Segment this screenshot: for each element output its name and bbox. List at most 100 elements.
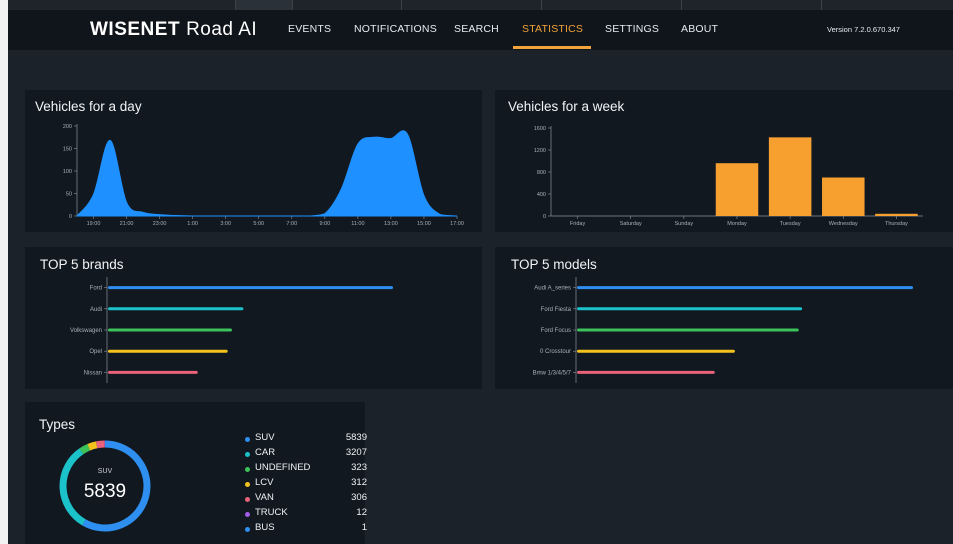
legend-label: VAN bbox=[255, 492, 274, 503]
legend-label: LCV bbox=[255, 477, 274, 488]
donut-slice bbox=[95, 440, 105, 449]
y-tick-label: Ford Focus bbox=[541, 328, 571, 334]
version-label: Version 7.2.0.670.347 bbox=[827, 25, 900, 34]
hbar bbox=[108, 349, 228, 353]
x-tick-label: 11:00 bbox=[351, 221, 364, 227]
donut-center-value: 5839 bbox=[84, 481, 126, 502]
top-tab-strip bbox=[8, 0, 953, 10]
top-strip-segment bbox=[821, 0, 953, 10]
legend-item: CAR 3207 bbox=[245, 447, 371, 462]
donut-slice bbox=[59, 448, 86, 526]
wisenet-logo[interactable]: WISENET Road AI bbox=[90, 19, 257, 41]
types-donut-chart: SUV 5839 bbox=[59, 440, 151, 532]
x-tick-label: Tuesday bbox=[780, 221, 801, 227]
nav-statistics[interactable]: STATISTICS bbox=[522, 23, 583, 35]
hbar bbox=[577, 349, 735, 353]
top-brands-chart: Ford Audi Volkswagen Opel Nissan bbox=[70, 277, 393, 383]
donut-slice bbox=[79, 444, 91, 455]
x-tick-label: 17:00 bbox=[450, 221, 464, 227]
top-navbar: WISENET Road AI EVENTS NOTIFICATIONS SEAR… bbox=[8, 10, 953, 50]
x-tick-label: 23:00 bbox=[153, 221, 167, 227]
top-strip-segment bbox=[292, 0, 401, 10]
y-tick-label: 50 bbox=[66, 192, 72, 198]
y-tick-label: 150 bbox=[63, 147, 72, 153]
types-panel: Types SUV 5839 SUV 5839 CAR 3207 UNDEFINED 323… bbox=[25, 402, 367, 544]
legend-label: SUV bbox=[255, 432, 275, 443]
y-tick-label: Volkswagen bbox=[70, 328, 102, 334]
top-brands-panel: TOP 5 brands Ford Audi Volkswagen Opel Nissa… bbox=[25, 247, 482, 389]
hbar bbox=[108, 328, 232, 332]
legend-value: 1 bbox=[361, 522, 367, 533]
y-tick-label: 1200 bbox=[534, 148, 546, 154]
x-tick-label: 9:00 bbox=[319, 221, 330, 227]
hbar bbox=[577, 307, 803, 311]
legend-label: BUS bbox=[255, 522, 275, 533]
vehicles-day-chart: 0 50 100 150 200 19:00 21:00 23:00 1:00 3:00 5:00 7… bbox=[63, 124, 464, 227]
legend-item: BUS 1 bbox=[245, 522, 371, 537]
top-strip-segment bbox=[401, 0, 541, 10]
legend-item: VAN 306 bbox=[245, 492, 371, 507]
legend-value: 5839 bbox=[345, 432, 367, 443]
day-traffic-area bbox=[75, 130, 458, 217]
week-bar bbox=[875, 213, 918, 216]
x-tick-label: 13:00 bbox=[384, 221, 398, 227]
x-tick-label: Saturday bbox=[620, 221, 642, 227]
hbar bbox=[577, 328, 799, 332]
legend-item: TRUCK 12 bbox=[245, 507, 371, 522]
vehicles-day-panel: Vehicles for a day 0 50 100 150 200 19:00 21:0… bbox=[25, 90, 482, 232]
app-window: WISENET Road AI EVENTS NOTIFICATIONS SEAR… bbox=[8, 0, 953, 544]
y-tick-label: Nissan bbox=[84, 370, 102, 376]
nav-settings[interactable]: SETTINGS bbox=[605, 23, 659, 35]
x-tick-label: Wednesday bbox=[829, 221, 858, 227]
logo-product: Road AI bbox=[186, 19, 258, 40]
x-tick-label: 15:00 bbox=[417, 221, 431, 227]
y-tick-label: 0 bbox=[69, 214, 72, 220]
week-bar bbox=[822, 177, 865, 216]
hbar bbox=[577, 370, 715, 374]
legend-dot bbox=[245, 452, 250, 457]
logo-brand: WISENET bbox=[90, 19, 181, 40]
y-tick-label: Opel bbox=[89, 349, 102, 355]
x-tick-label: 21:00 bbox=[120, 221, 134, 227]
y-tick-label: 100 bbox=[63, 169, 72, 175]
top-strip-segment bbox=[235, 0, 292, 10]
week-bar bbox=[715, 163, 759, 216]
legend-dot bbox=[245, 482, 250, 487]
legend-item: UNDEFINED 323 bbox=[245, 462, 371, 477]
legend-item: SUV 5839 bbox=[245, 432, 371, 447]
y-tick-label: Audi bbox=[90, 307, 102, 313]
hbar bbox=[108, 370, 198, 374]
legend-label: UNDEFINED bbox=[255, 462, 311, 473]
x-tick-label: 1:00 bbox=[187, 221, 198, 227]
types-legend: SUV 5839 CAR 3207 UNDEFINED 323 LCV 312 VAN 306 TR… bbox=[245, 432, 371, 537]
y-tick-label: 0 bbox=[543, 214, 546, 220]
x-tick-label: Thursday bbox=[885, 221, 908, 227]
x-tick-label: 19:00 bbox=[87, 221, 101, 227]
x-tick-label: 3:00 bbox=[220, 221, 231, 227]
hbar bbox=[108, 286, 393, 290]
y-tick-label: 800 bbox=[537, 170, 546, 176]
x-tick-label: 5:00 bbox=[253, 221, 264, 227]
hbar bbox=[108, 307, 244, 311]
y-tick-label: 200 bbox=[63, 124, 72, 130]
x-tick-label: Sunday bbox=[675, 221, 694, 227]
y-tick-label: 400 bbox=[537, 192, 546, 198]
legend-item: LCV 312 bbox=[245, 477, 371, 492]
y-tick-label: 1600 bbox=[534, 126, 546, 132]
y-tick-label: Audi A_series bbox=[534, 286, 571, 292]
legend-value: 306 bbox=[351, 492, 367, 503]
donut-slice bbox=[87, 441, 98, 451]
top-models-chart: Audi A_series Ford Fiesta Ford Focus 0 Cros… bbox=[533, 277, 913, 383]
legend-dot bbox=[245, 437, 250, 442]
nav-notifications[interactable]: NOTIFICATIONS bbox=[354, 23, 437, 35]
vehicles-week-panel: Vehicles for a week 0 400 800 1200 1600 Frida… bbox=[495, 90, 953, 232]
nav-about[interactable]: ABOUT bbox=[681, 23, 718, 35]
y-tick-label: Ford bbox=[90, 286, 102, 292]
legend-value: 12 bbox=[356, 507, 367, 518]
legend-label: CAR bbox=[255, 447, 276, 458]
legend-value: 3207 bbox=[345, 447, 367, 458]
nav-search[interactable]: SEARCH bbox=[454, 23, 499, 35]
y-tick-label: Bmw 1/3/4/5/7 bbox=[533, 370, 572, 376]
nav-events[interactable]: EVENTS bbox=[288, 23, 331, 35]
active-tab-indicator bbox=[513, 46, 591, 49]
